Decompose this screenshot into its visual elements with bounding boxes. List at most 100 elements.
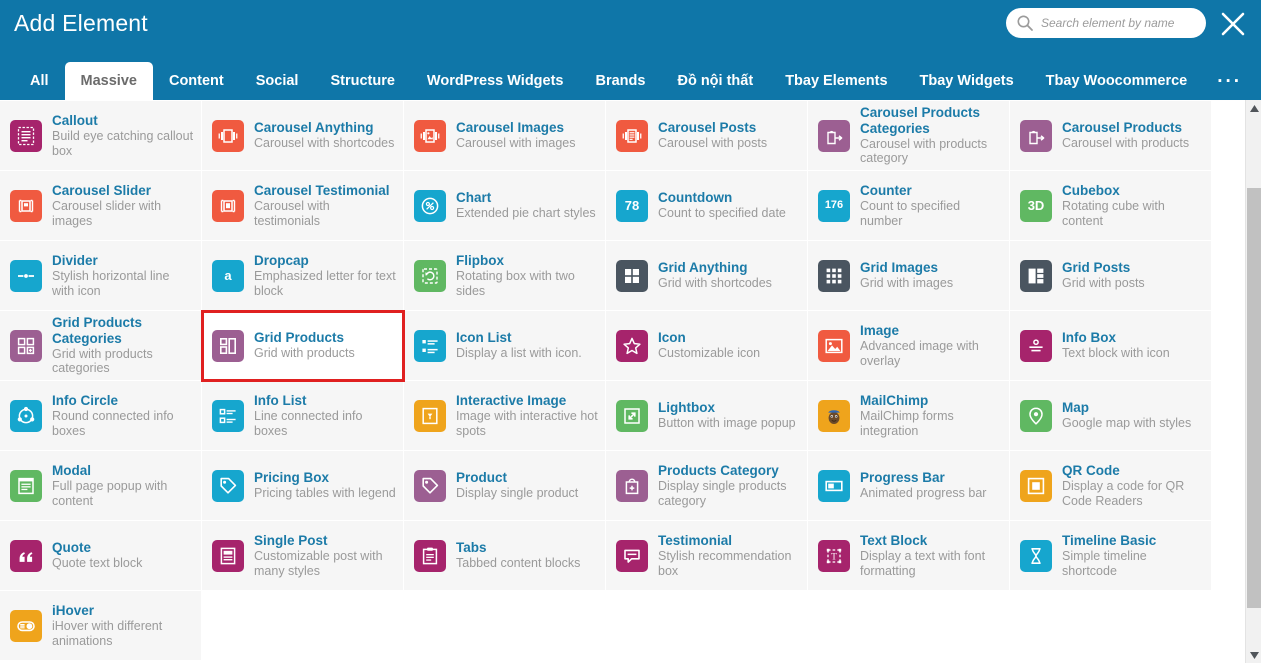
- element-title: Carousel Images: [456, 120, 565, 136]
- element-card[interactable]: Products Category Display single products…: [606, 451, 808, 521]
- element-card[interactable]: Tabs Tabbed content blocks: [404, 521, 606, 591]
- element-card[interactable]: Timeline Basic Simple timeline shortcode: [1010, 521, 1212, 591]
- element-card[interactable]: Info Circle Round connected info boxes: [0, 381, 202, 451]
- more-tabs-button[interactable]: ...: [1203, 57, 1256, 100]
- cubebox-3d-icon: 3D: [1020, 189, 1052, 222]
- tab-structure[interactable]: Structure: [314, 62, 410, 100]
- element-card[interactable]: Carousel Products Categories Carousel wit…: [808, 101, 1010, 171]
- element-card[interactable]: Divider Stylish horizontal line with icon: [0, 241, 202, 311]
- element-card[interactable]: Single Post Customizable post with many s…: [202, 521, 404, 591]
- empty-cell: [202, 591, 404, 661]
- testimonial-icon: [616, 539, 648, 572]
- element-card[interactable]: Carousel Images Carousel with images: [404, 101, 606, 171]
- element-title: Interactive Image: [456, 392, 567, 408]
- element-text: MailChimp MailChimp forms integration: [860, 393, 1003, 438]
- element-card[interactable]: Info List Line connected info boxes: [202, 381, 404, 451]
- element-text: Carousel Posts Carousel with posts: [658, 120, 767, 151]
- counter-icon: 176: [818, 189, 850, 222]
- element-text: Map Google map with styles: [1062, 400, 1191, 431]
- search-input[interactable]: [1039, 15, 1196, 31]
- element-card[interactable]: Modal Full page popup with content: [0, 451, 202, 521]
- element-card[interactable]: Flipbox Rotating box with two sides: [404, 241, 606, 311]
- element-title: Image: [860, 322, 900, 338]
- element-title: Map: [1062, 400, 1089, 416]
- element-text: Carousel Images Carousel with images: [456, 120, 576, 151]
- tab-wordpress-widgets[interactable]: WordPress Widgets: [411, 62, 580, 100]
- element-card[interactable]: Grid Products Categories Grid with produc…: [0, 311, 202, 381]
- vertical-scrollbar[interactable]: [1245, 100, 1261, 663]
- element-description: Display a text with font formatting: [860, 549, 986, 578]
- element-card[interactable]: Callout Build eye catching callout box: [0, 101, 202, 171]
- element-card[interactable]: Pricing Box Pricing tables with legend: [202, 451, 404, 521]
- element-card[interactable]: Grid Images Grid with images: [808, 241, 1010, 311]
- element-description: Carousel with products category: [860, 136, 988, 166]
- element-card[interactable]: Info Box Text block with icon: [1010, 311, 1212, 381]
- close-button[interactable]: [1219, 10, 1247, 38]
- tab-massive[interactable]: Massive: [64, 62, 153, 100]
- element-card[interactable]: Grid Posts Grid with posts: [1010, 241, 1212, 311]
- svg-text:T: T: [831, 552, 837, 562]
- tab-tbay-widgets[interactable]: Tbay Widgets: [904, 62, 1030, 100]
- tab-content[interactable]: Content: [153, 62, 240, 100]
- element-card[interactable]: Icon List Display a list with icon.: [404, 311, 606, 381]
- icon-badge-label: 78: [624, 198, 640, 213]
- element-card[interactable]: iHover iHover with different animations: [0, 591, 202, 661]
- tab-all[interactable]: All: [14, 62, 65, 100]
- search-box[interactable]: [1006, 8, 1206, 38]
- element-card[interactable]: a Dropcap Emphasized letter for text block: [202, 241, 404, 311]
- element-card[interactable]: MailChimp MailChimp forms integration: [808, 381, 1010, 451]
- tabs-icon: [414, 539, 446, 572]
- element-card[interactable]: Image Advanced image with overlay: [808, 311, 1010, 381]
- element-text: Divider Stylish horizontal line with icon: [52, 253, 195, 298]
- element-title: Timeline Basic: [1062, 532, 1157, 548]
- element-title: iHover: [52, 602, 95, 618]
- tab-n-i-th-t[interactable]: Đồ nội thất: [661, 62, 769, 100]
- element-card[interactable]: Chart Extended pie chart styles: [404, 171, 606, 241]
- element-description: Extended pie chart styles: [456, 206, 596, 221]
- grid-images-icon: [818, 259, 850, 292]
- element-text: Info List Line connected info boxes: [254, 393, 397, 438]
- element-card[interactable]: Quote Quote text block: [0, 521, 202, 591]
- element-card[interactable]: Carousel Products Carousel with products: [1010, 101, 1212, 171]
- element-description: Round connected info boxes: [52, 409, 174, 438]
- icon-badge-label: 3D: [1027, 198, 1045, 213]
- tab-brands[interactable]: Brands: [580, 62, 662, 100]
- element-card[interactable]: Icon Customizable icon: [606, 311, 808, 381]
- element-title: Grid Images: [860, 260, 939, 276]
- carousel-anything-icon: [212, 119, 244, 152]
- element-title: Chart: [456, 190, 492, 206]
- element-card[interactable]: Carousel Slider Carousel slider with imag…: [0, 171, 202, 241]
- close-icon: [1221, 12, 1245, 36]
- element-description: Carousel with images: [456, 136, 576, 151]
- element-card[interactable]: Grid Anything Grid with shortcodes: [606, 241, 808, 311]
- scrollbar-thumb[interactable]: [1247, 188, 1261, 608]
- element-text: Interactive Image Image with interactive …: [456, 393, 599, 438]
- element-card[interactable]: Product Display single product: [404, 451, 606, 521]
- element-card[interactable]: Carousel Anything Carousel with shortcode…: [202, 101, 404, 171]
- add-element-modal: Add Element AllMassiveContentSocialStruc…: [0, 0, 1261, 663]
- element-card[interactable]: 3D Cubebox Rotating cube with content: [1010, 171, 1212, 241]
- element-card[interactable]: 78 Countdown Count to specified date: [606, 171, 808, 241]
- scroll-down-button[interactable]: [1246, 647, 1261, 663]
- element-card[interactable]: T Text Block Display a text with font form…: [808, 521, 1010, 591]
- products-category-icon: [616, 469, 648, 502]
- element-card[interactable]: QR Code Display a code for QR Code Reader…: [1010, 451, 1212, 521]
- element-card[interactable]: Testimonial Stylish recommendation box: [606, 521, 808, 591]
- element-card[interactable]: Carousel Posts Carousel with posts: [606, 101, 808, 171]
- scroll-up-button[interactable]: [1246, 100, 1261, 116]
- element-card[interactable]: 176 Counter Count to specified number: [808, 171, 1010, 241]
- element-card[interactable]: Interactive Image Image with interactive …: [404, 381, 606, 451]
- tab-tbay-elements[interactable]: Tbay Elements: [769, 62, 903, 100]
- element-card[interactable]: Lightbox Button with image popup: [606, 381, 808, 451]
- carousel-posts-icon: [616, 119, 648, 152]
- element-text: Icon List Display a list with icon.: [456, 330, 582, 361]
- element-card[interactable]: Progress Bar Animated progress bar: [808, 451, 1010, 521]
- element-card[interactable]: Carousel Testimonial Carousel with testim…: [202, 171, 404, 241]
- carousel-testimonial-icon: [212, 189, 244, 222]
- icon-list-icon: [414, 329, 446, 362]
- element-card[interactable]: Grid Products Grid with products: [201, 310, 405, 382]
- tab-social[interactable]: Social: [240, 62, 315, 100]
- map-pin-icon: [1020, 399, 1052, 432]
- tab-tbay-woocommerce[interactable]: Tbay Woocommerce: [1030, 62, 1204, 100]
- element-card[interactable]: Map Google map with styles: [1010, 381, 1212, 451]
